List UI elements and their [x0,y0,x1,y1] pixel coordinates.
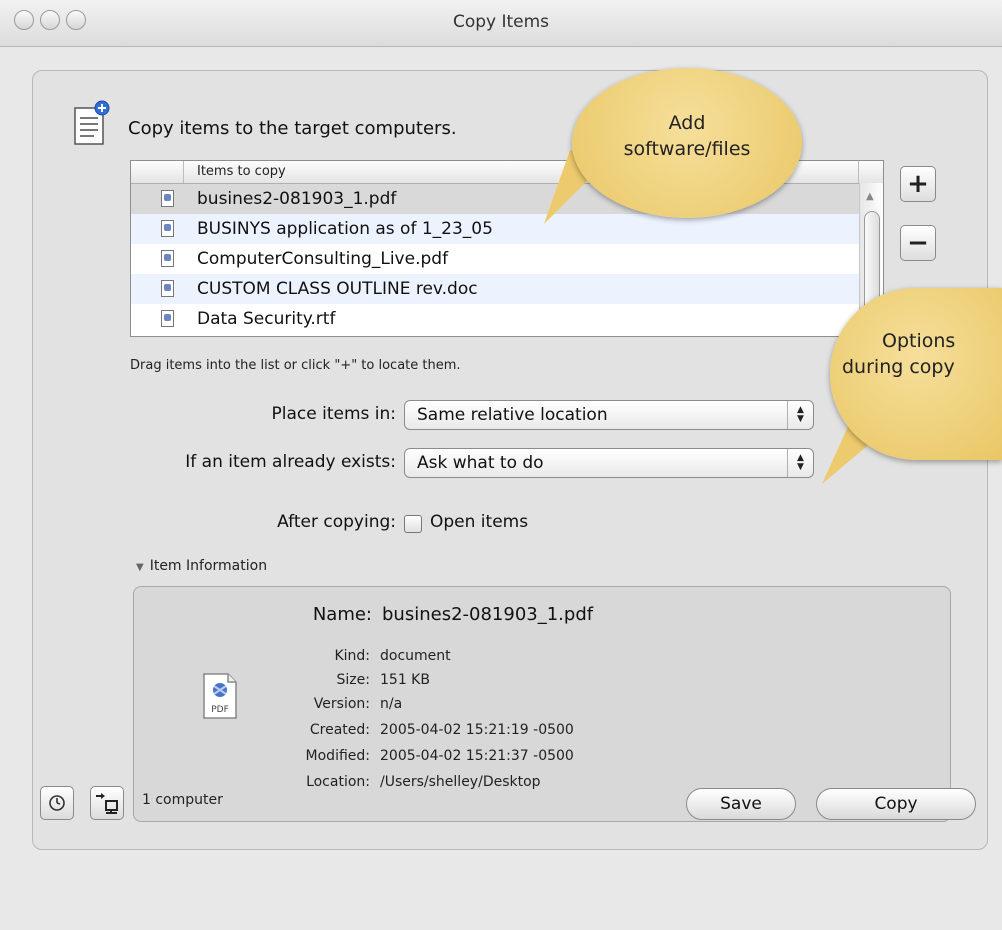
list-item[interactable]: ComputerConsulting_Live.pdf [131,244,883,274]
popup-arrows-icon: ▲ ▼ [787,401,813,429]
drag-hint-text: Drag items into the list or click "+" to… [130,358,461,373]
computer-count-label: 1 computer [142,792,223,808]
window-title: Copy Items [452,12,550,32]
info-created-label: Created: [309,722,370,738]
item-information-disclosure[interactable]: ▼ Item Information [136,558,267,574]
callout-line: software/files [623,138,751,160]
after-copying-label: After copying: [277,512,396,532]
add-software-callout: Add software/files [572,68,802,218]
target-computers-button[interactable] [90,786,124,820]
item-exists-popup[interactable]: Ask what to do ▲ ▼ [404,448,814,478]
disclosure-label: Item Information [149,558,268,574]
list-item[interactable]: CUSTOM CLASS OUTLINE rev.doc [131,274,883,304]
title-bar: Copy Items [0,0,1002,47]
info-name-label: Name: [312,604,372,625]
info-kind-label: Kind: [334,648,370,664]
info-size-label: Size: [336,672,370,688]
file-name: BUSINYS application as of 1_23_05 [197,219,493,239]
info-version-value: n/a [380,696,403,712]
pdf-file-icon [161,190,174,207]
pdf-file-icon [161,220,174,237]
rtf-file-icon [161,310,174,327]
info-size-value: 151 KB [380,672,430,688]
place-items-popup[interactable]: Same relative location ▲ ▼ [404,400,814,430]
save-button[interactable]: Save [686,788,796,820]
send-to-computer-icon [96,793,118,814]
open-items-checkbox[interactable] [404,515,422,533]
column-title-items[interactable]: Items to copy [197,164,286,179]
file-name: CUSTOM CLASS OUTLINE rev.doc [197,279,478,299]
info-version-label: Version: [313,696,370,712]
list-item[interactable]: BUSINYS application as of 1_23_05 [131,214,883,244]
open-items-label[interactable]: Open items [430,512,528,532]
options-callout: Options during copy [830,288,1002,460]
place-items-label: Place items in: [271,404,397,424]
disclosure-triangle-icon[interactable]: ▼ [136,562,144,573]
add-item-button[interactable]: + [900,166,936,202]
file-name: ComputerConsulting_Live.pdf [197,249,449,269]
info-location-label: Location: [306,774,370,790]
remove-item-button[interactable]: − [900,225,936,261]
file-name: Data Security.rtf [197,309,336,329]
section-heading: Copy items to the target computers. [128,118,457,139]
scroll-up-arrow-icon[interactable]: ▲ [866,191,874,202]
info-modified-value: 2005-04-02 15:21:37 -0500 [380,748,574,764]
file-name: busines2-081903_1.pdf [197,189,397,209]
copy-button[interactable]: Copy [816,788,976,820]
info-location-value: /Users/shelley/Desktop [380,774,541,790]
item-exists-value: Ask what to do [417,453,544,473]
place-items-value: Same relative location [417,405,608,425]
list-item[interactable]: Data Security.rtf [131,304,883,334]
item-exists-label: If an item already exists: [185,452,396,472]
copy-document-icon [74,100,110,145]
info-name-value: busines2-081903_1.pdf [382,604,594,625]
callout-line: Add [668,112,706,134]
svg-text:PDF: PDF [211,705,229,715]
pdf-document-icon: PDF [203,673,237,719]
pdf-file-icon [161,250,174,267]
info-created-value: 2005-04-02 15:21:19 -0500 [380,722,574,738]
schedule-clock-button[interactable] [40,786,74,820]
info-kind-value: document [380,648,451,664]
doc-file-icon [161,280,174,297]
info-modified-label: Modified: [305,748,370,764]
clock-icon [49,795,65,811]
callout-line: during copy [842,356,955,378]
popup-arrows-icon: ▲ ▼ [787,449,813,477]
callout-line: Options [882,330,956,352]
